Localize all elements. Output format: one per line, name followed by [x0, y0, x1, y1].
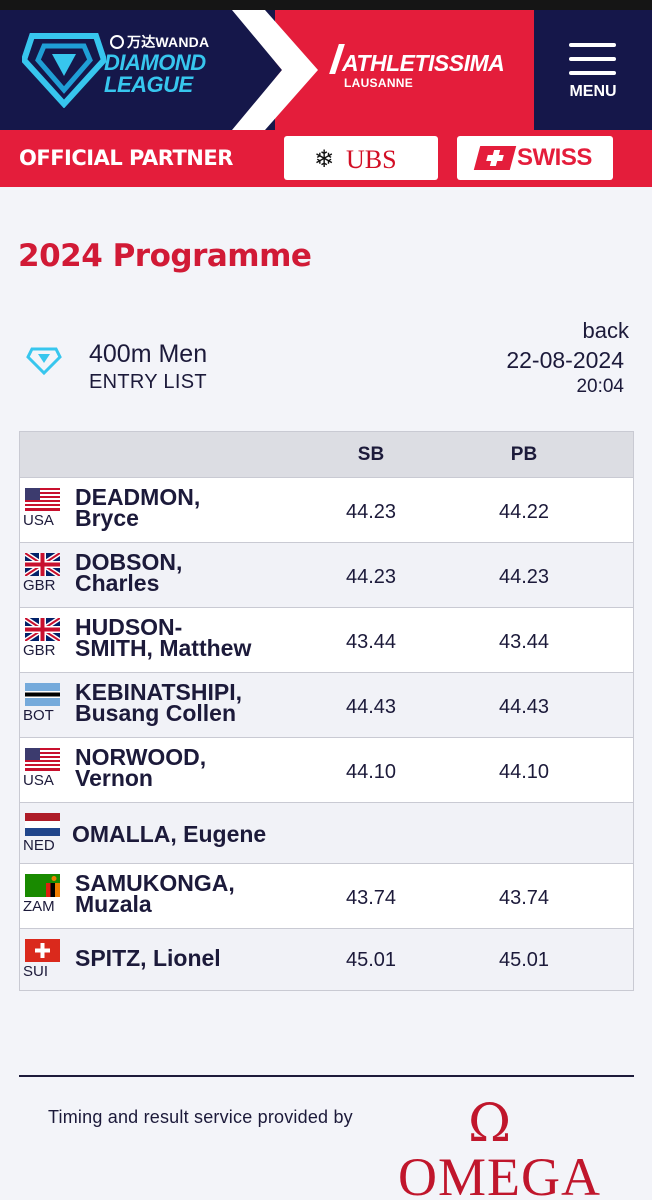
- table-row[interactable]: GBR DOBSON, Charles 44.23 44.23: [20, 543, 633, 608]
- season-best: 44.23: [345, 566, 397, 588]
- timing-credit: Timing and result service provided by: [48, 1107, 353, 1127]
- season-best: 44.43: [345, 696, 397, 718]
- bot-flag-icon: [25, 683, 60, 706]
- back-link[interactable]: back: [583, 318, 629, 344]
- ubs-logo[interactable]: ❄ UBS: [284, 136, 438, 180]
- personal-best: 43.74: [498, 887, 550, 909]
- table-row[interactable]: USA NORWOOD, Vernon 44.10 44.10: [20, 738, 633, 803]
- season-best: 43.74: [345, 887, 397, 909]
- entry-list-table: SB PB USA DEADMON, Bryce 44.23 44.22 GBR …: [19, 431, 634, 991]
- athlete-name[interactable]: SAMUKONGA, Muzala: [75, 872, 335, 916]
- diamond-icon: [26, 347, 62, 376]
- personal-best: 44.22: [498, 501, 550, 523]
- usa-flag-icon: [25, 748, 60, 771]
- ned-flag-icon: [25, 813, 60, 836]
- country-code: SUI: [23, 963, 49, 980]
- country-code: ZAM: [23, 898, 55, 915]
- athletissima-logo[interactable]: ATHLETISSIMA LAUSANNE: [329, 44, 522, 110]
- personal-best: 44.23: [498, 566, 550, 588]
- country-code: BOT: [23, 707, 54, 724]
- table-row[interactable]: NED OMALLA, Eugene: [20, 803, 633, 864]
- athlete-name[interactable]: KEBINATSHIPI, Busang Collen: [75, 681, 335, 725]
- personal-best: 44.43: [498, 696, 550, 718]
- header-chevron: [232, 10, 318, 130]
- gbr-flag-icon: [25, 618, 60, 641]
- omega-logo[interactable]: OMEGA: [398, 1150, 601, 1200]
- personal-best: 45.01: [498, 949, 550, 971]
- partner-bar: OFFICIAL PARTNER ❄ UBS SWISS: [0, 130, 652, 187]
- ubs-keys-icon: ❄: [314, 146, 335, 173]
- table-row[interactable]: ZAM SAMUKONGA, Muzala 43.74 43.74: [20, 864, 633, 929]
- table-row[interactable]: GBR HUDSON- SMITH, Matthew 43.44 43.44: [20, 608, 633, 673]
- athlete-name[interactable]: NORWOOD, Vernon: [75, 746, 335, 790]
- athlete-name[interactable]: DEADMON, Bryce: [75, 486, 335, 530]
- swiss-wordmark: SWISS: [517, 144, 592, 171]
- table-row[interactable]: SUI SPITZ, Lionel 45.01 45.01: [20, 929, 633, 990]
- swiss-logo[interactable]: SWISS: [457, 136, 613, 180]
- athlete-name[interactable]: HUDSON- SMITH, Matthew: [75, 616, 335, 660]
- hamburger-icon: [569, 43, 616, 47]
- event-subtitle: ENTRY LIST: [89, 371, 207, 393]
- country-code: GBR: [23, 577, 56, 594]
- table-row[interactable]: BOT KEBINATSHIPI, Busang Collen 44.43 44.…: [20, 673, 633, 738]
- site-header: 万达WANDA DIAMOND LEAGUE ATHLETISSIMA LAUS…: [0, 10, 652, 130]
- season-best: 44.23: [345, 501, 397, 523]
- personal-best: 44.10: [498, 761, 550, 783]
- status-strip: [0, 0, 652, 10]
- event-time: 20:04: [576, 376, 624, 397]
- menu-button[interactable]: MENU: [534, 10, 652, 130]
- meeting-location: LAUSANNE: [344, 76, 414, 90]
- usa-flag-icon: [25, 488, 60, 511]
- country-code: USA: [23, 772, 54, 789]
- event-name: 400m Men: [89, 340, 208, 368]
- athlete-name[interactable]: OMALLA, Eugene: [72, 823, 332, 846]
- footer-divider: [19, 1075, 634, 1077]
- season-best: 44.10: [345, 761, 397, 783]
- event-date: 22-08-2024: [506, 347, 624, 373]
- country-code: GBR: [23, 642, 56, 659]
- meeting-title: ATHLETISSIMA: [342, 50, 505, 76]
- partner-label: OFFICIAL PARTNER: [19, 146, 233, 170]
- column-header-sb: SB: [357, 444, 385, 465]
- menu-label: MENU: [569, 83, 617, 100]
- athlete-name[interactable]: SPITZ, Lionel: [75, 947, 335, 970]
- zam-flag-icon: [25, 874, 60, 897]
- country-code: USA: [23, 512, 54, 529]
- gbr-flag-icon: [25, 553, 60, 576]
- sui-flag-icon: [25, 939, 60, 962]
- country-code: NED: [23, 837, 55, 854]
- table-header: SB PB: [20, 432, 633, 478]
- omega-icon: Ω: [468, 1094, 512, 1154]
- personal-best: 43.44: [498, 631, 550, 653]
- ubs-wordmark: UBS: [346, 145, 397, 174]
- athlete-name[interactable]: DOBSON, Charles: [75, 551, 335, 595]
- hamburger-icon-bar: [569, 57, 616, 61]
- season-best: 43.44: [345, 631, 397, 653]
- page-title: 2024 Programme: [18, 238, 312, 274]
- hamburger-icon-bar: [569, 71, 616, 75]
- swiss-flag-icon: [473, 146, 517, 170]
- table-row[interactable]: USA DEADMON, Bryce 44.23 44.22: [20, 478, 633, 543]
- column-header-pb: PB: [510, 444, 538, 465]
- season-best: 45.01: [345, 949, 397, 971]
